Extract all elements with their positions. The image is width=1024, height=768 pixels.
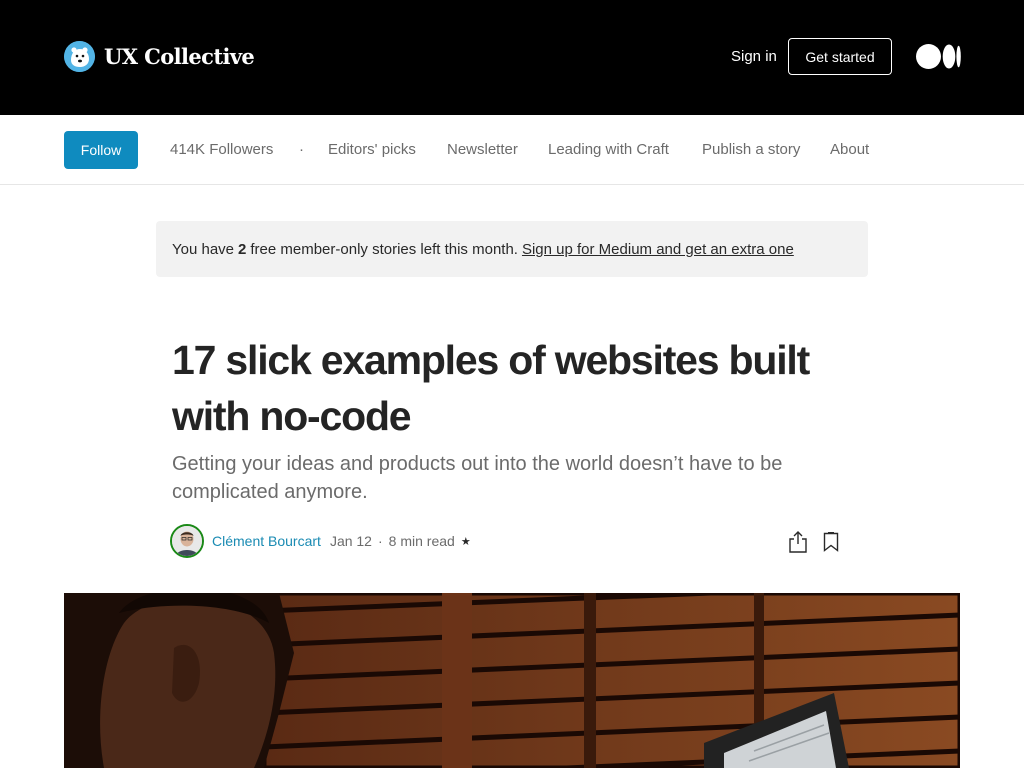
author-avatar[interactable] (170, 524, 204, 558)
brand-link[interactable]: UX Collective (64, 41, 255, 72)
read-time: 8 min read (388, 533, 455, 549)
bookmark-icon[interactable] (822, 532, 840, 552)
article-title: 17 slick examples of websites built with… (172, 337, 810, 439)
author-name-link[interactable]: Clément Bourcart (212, 533, 321, 549)
followers-count[interactable]: 414K Followers (170, 141, 273, 158)
hero-image (64, 593, 960, 768)
nav-leading-with-craft[interactable]: Leading with Craft (548, 141, 669, 158)
get-started-button[interactable]: Get started (788, 38, 892, 75)
nav-separator: · (299, 141, 304, 158)
banner-prefix: You have (172, 240, 235, 258)
share-icon[interactable] (788, 531, 808, 553)
sign-in-link[interactable]: Sign in (731, 48, 777, 65)
nav-publish-a-story[interactable]: Publish a story (702, 141, 800, 158)
meta-separator: · (377, 533, 383, 549)
nav-about[interactable]: About (830, 141, 869, 158)
nav-editors-picks[interactable]: Editors' picks (328, 141, 416, 158)
brand-name: UX Collective (104, 44, 255, 69)
member-stories-banner: You have 2 free member-only stories left… (156, 221, 868, 277)
member-only-star-icon: ★ (460, 535, 471, 548)
publish-date: Jan 12 (329, 533, 372, 549)
signup-extra-link[interactable]: Sign up for Medium and get an extra one (522, 241, 794, 258)
banner-suffix: free member-only stories left this month… (250, 240, 518, 258)
site-header: UX Collective Sign in Get started (0, 0, 1024, 115)
follow-button[interactable]: Follow (64, 131, 138, 169)
polar-bear-logo-icon (64, 41, 95, 72)
nav-newsletter[interactable]: Newsletter (447, 141, 518, 158)
article-subtitle: Getting your ideas and products out into… (172, 453, 783, 503)
medium-logo-icon[interactable] (916, 43, 961, 70)
publication-nav: Follow 414K Followers · Editors' picks N… (0, 115, 1024, 185)
article-meta: Clément Bourcart Jan 12 · 8 min read ★ (170, 524, 471, 558)
banner-count: 2 (238, 240, 247, 258)
